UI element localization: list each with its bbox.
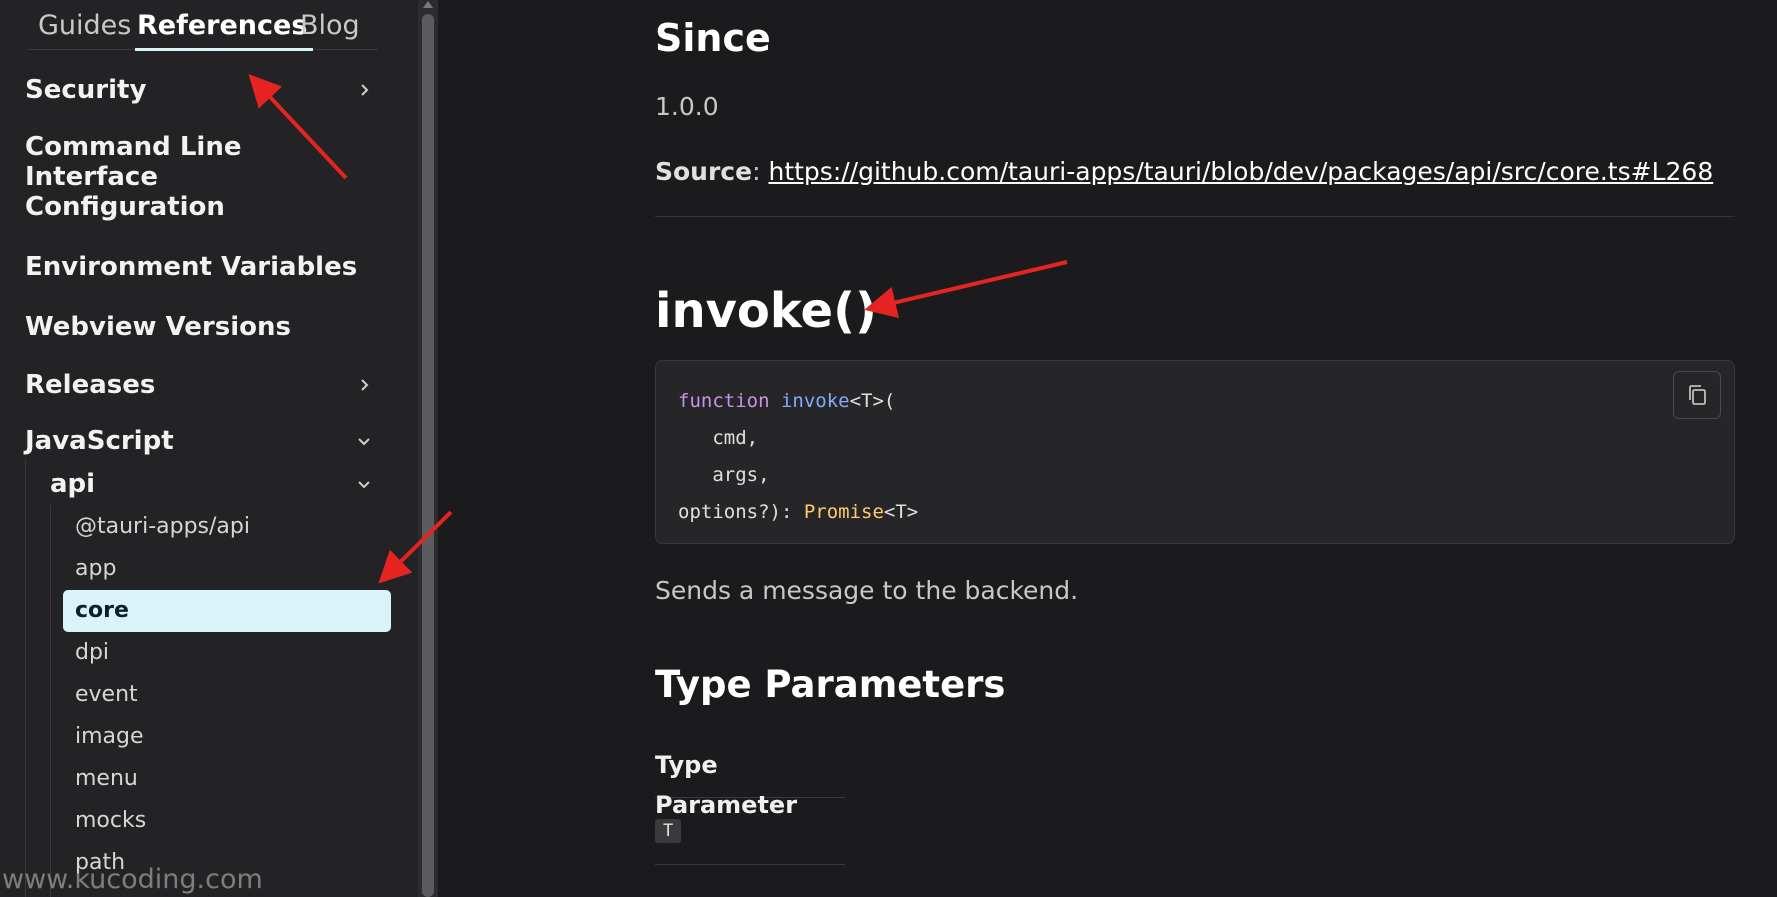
sidebar-item-event[interactable]: event [75, 682, 138, 707]
copy-icon [1689, 385, 1706, 405]
code-param: args, [712, 464, 770, 486]
source-separator: : [752, 157, 761, 186]
source-link[interactable]: https://github.com/tauri-apps/tauri/blob… [768, 157, 1713, 186]
sidebar-item-label: Releases [25, 370, 156, 400]
code-return-generic: <T> [883, 501, 919, 523]
tree-guide-line [25, 460, 26, 897]
sidebar-item-cli[interactable]: Command Line Interface [25, 132, 375, 192]
sidebar-tabs: Guides References Blog [28, 0, 378, 51]
sidebar-item-tauri-apps-api[interactable]: @tauri-apps/api [75, 514, 250, 539]
sidebar-item-menu[interactable]: menu [75, 766, 138, 791]
sidebar-item-label: JavaScript [25, 426, 174, 456]
sidebar-item-configuration[interactable]: Configuration [25, 192, 375, 222]
chevron-down-icon[interactable] [353, 430, 375, 452]
type-parameter-code: T [655, 819, 682, 843]
code-param: cmd, [712, 427, 759, 449]
copy-code-button[interactable] [1673, 371, 1721, 419]
sidebar-scrollbar-thumb[interactable] [422, 14, 434, 897]
table-row: T [655, 798, 845, 865]
tab-blog[interactable]: Blog [300, 10, 360, 41]
sidebar-item-releases[interactable]: Releases [25, 370, 375, 400]
source-line: Source: https://github.com/tauri-apps/ta… [655, 157, 1713, 186]
code-param: options?): [678, 501, 804, 523]
sidebar-item-label: api [50, 469, 96, 499]
type-parameters-table: Type Parameter T [655, 745, 845, 865]
sidebar-item-label: Environment Variables [25, 252, 358, 282]
sidebar: Guides References Blog Security Command … [0, 0, 418, 897]
sidebar-item-mocks[interactable]: mocks [75, 808, 146, 833]
tree-guide-line [50, 505, 51, 897]
sidebar-item-label: Command Line Interface [25, 132, 242, 192]
source-label: Source [655, 157, 753, 186]
sidebar-item-javascript[interactable]: JavaScript [25, 426, 375, 456]
tab-references[interactable]: References [134, 10, 314, 51]
since-heading: Since [655, 16, 771, 60]
sidebar-item-label: Configuration [25, 192, 225, 222]
tab-guides[interactable]: Guides [38, 10, 131, 41]
watermark: www.kucoding.com [2, 864, 263, 895]
sidebar-item-environment-variables[interactable]: Environment Variables [25, 252, 375, 282]
code-block: function invoke<T>( cmd, args, options?)… [655, 360, 1735, 544]
type-parameters-heading: Type Parameters [655, 663, 1006, 706]
sidebar-item-api[interactable]: api [50, 469, 375, 499]
code-return-type: Promise [803, 501, 884, 523]
invoke-heading: invoke() [655, 283, 877, 339]
sidebar-item-label: Webview Versions [25, 312, 291, 342]
sidebar-item-dpi[interactable]: dpi [75, 640, 109, 665]
sidebar-item-label: Security [25, 75, 147, 105]
sidebar-item-security[interactable]: Security [25, 75, 375, 105]
since-value: 1.0.0 [655, 92, 719, 121]
sidebar-item-label: core [75, 598, 129, 623]
sidebar-item-core[interactable]: core [63, 590, 391, 632]
chevron-right-icon[interactable] [353, 374, 375, 396]
main-content: Since 1.0.0 Source: https://github.com/t… [438, 0, 1777, 897]
code-function-name: invoke [780, 390, 850, 412]
sidebar-item-webview-versions[interactable]: Webview Versions [25, 312, 375, 342]
chevron-down-icon[interactable] [353, 473, 375, 495]
chevron-right-icon[interactable] [353, 79, 375, 101]
sidebar-item-app[interactable]: app [75, 556, 116, 581]
sidebar-item-image[interactable]: image [75, 724, 144, 749]
scroll-up-arrow-icon[interactable] [420, 0, 436, 10]
table-header: Type Parameter [655, 745, 845, 819]
code-keyword: function [678, 390, 770, 412]
divider [655, 216, 1735, 217]
code-signature: function invoke<T>( cmd, args, options?)… [678, 383, 918, 531]
invoke-description: Sends a message to the backend. [655, 576, 1079, 605]
code-generic: <T>( [849, 390, 896, 412]
